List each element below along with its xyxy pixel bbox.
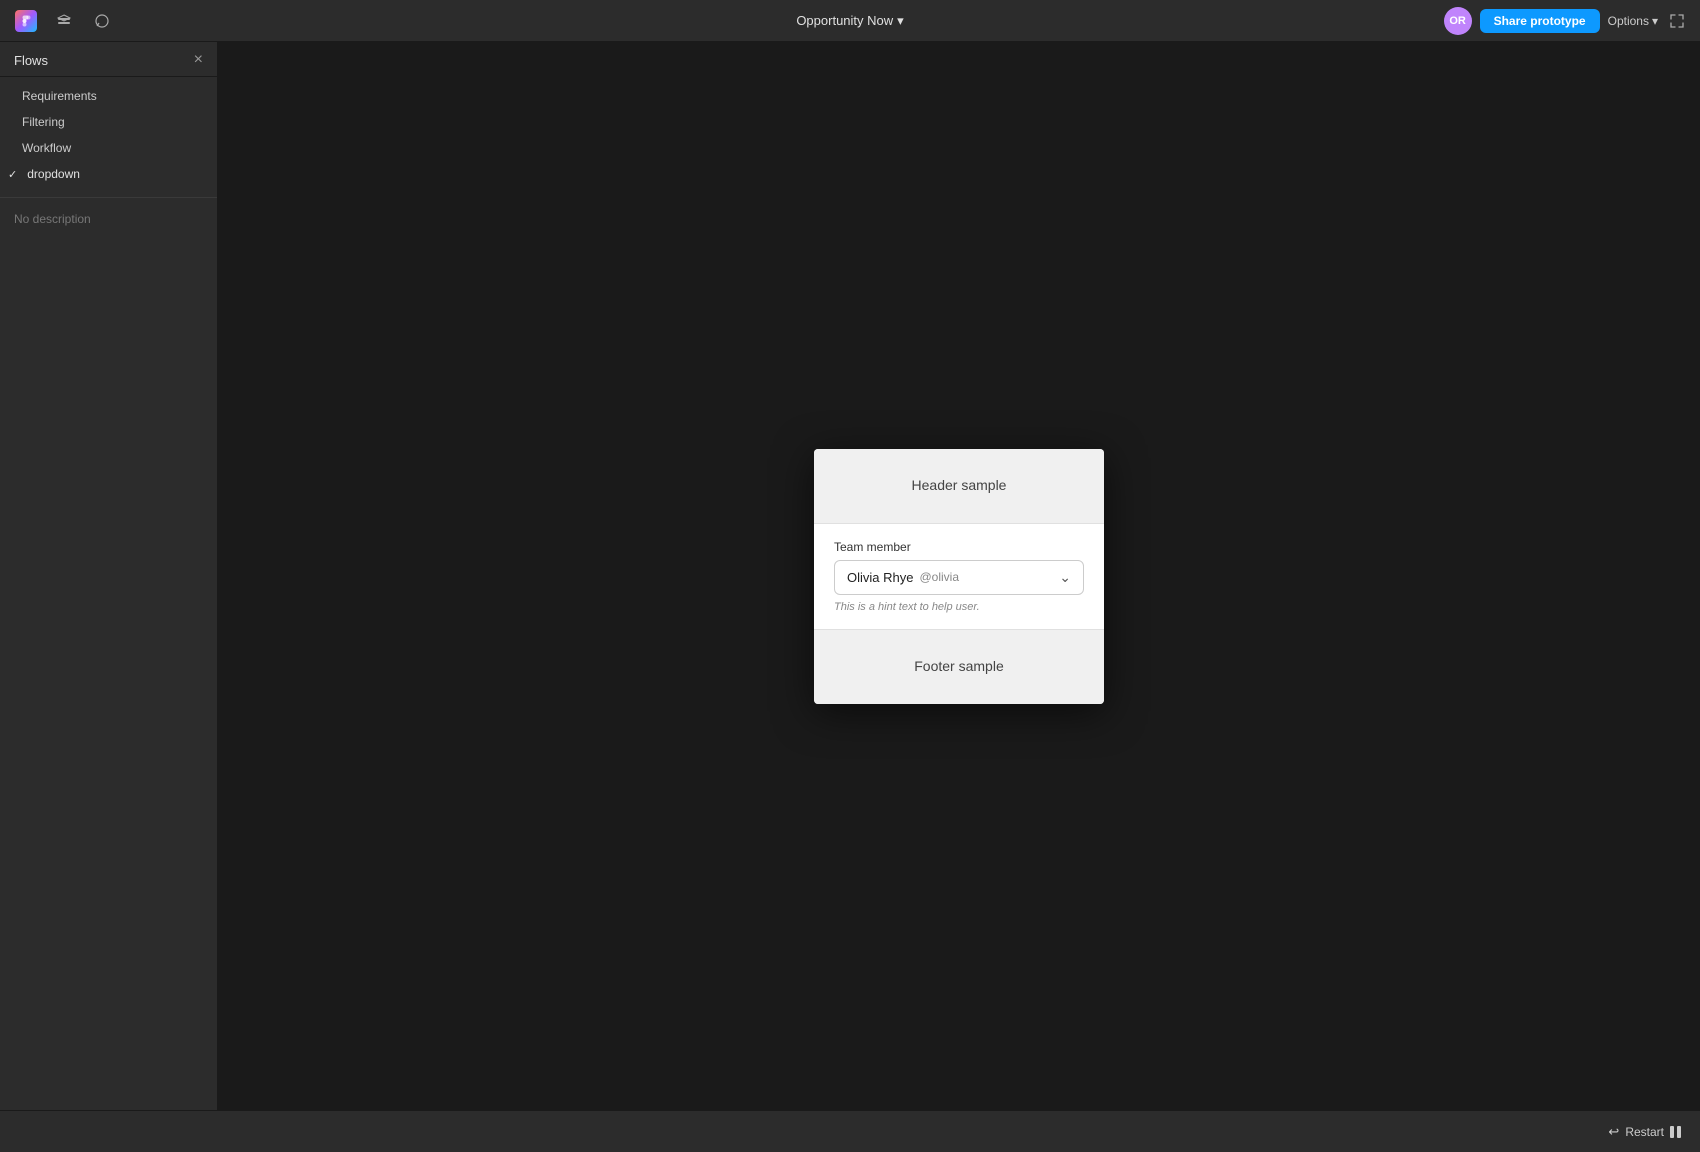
dropdown-main-text: Olivia Rhye — [847, 570, 913, 585]
hint-text: This is a hint text to help user. — [834, 601, 1084, 613]
expand-icon[interactable] — [1666, 10, 1688, 32]
footer-label: Footer sample — [914, 658, 1003, 674]
main-area: Flows × Requirements Filtering Workflow … — [0, 42, 1700, 1110]
project-title[interactable]: Opportunity Now ▾ — [796, 13, 903, 29]
dropdown-chevron-icon: ⌄ — [1059, 569, 1071, 586]
topbar-right: OR Share prototype Options ▾ — [1444, 7, 1688, 35]
flow-item-requirements[interactable]: Requirements — [0, 83, 217, 109]
avatar: OR — [1444, 7, 1472, 35]
topbar-left — [12, 7, 116, 35]
options-button[interactable]: Options ▾ — [1608, 14, 1658, 28]
dropdown-value: Olivia Rhye @olivia — [847, 570, 959, 585]
title-text: Opportunity Now — [796, 13, 893, 28]
figma-home-icon[interactable] — [12, 7, 40, 35]
close-sidebar-button[interactable]: × — [194, 52, 203, 68]
prototype-card: Header sample Team member Olivia Rhye @o… — [814, 449, 1104, 704]
card-footer: Footer sample — [814, 629, 1104, 704]
flow-item-workflow[interactable]: Workflow — [0, 135, 217, 161]
flows-list: Requirements Filtering Workflow ✓ dropdo… — [0, 77, 217, 193]
canvas: Header sample Team member Olivia Rhye @o… — [218, 42, 1700, 1110]
dropdown-sub-text: @olivia — [919, 570, 959, 584]
sidebar-header: Flows × — [0, 42, 217, 77]
flow-label: Workflow — [22, 141, 71, 155]
card-body: Team member Olivia Rhye @olivia ⌄ This i… — [814, 524, 1104, 629]
sidebar: Flows × Requirements Filtering Workflow … — [0, 42, 218, 1110]
topbar: Opportunity Now ▾ OR Share prototype Opt… — [0, 0, 1700, 42]
flows-title: Flows — [14, 53, 48, 68]
restart-button[interactable]: ↩ Restart — [1608, 1124, 1684, 1140]
flow-label: Filtering — [22, 115, 65, 129]
no-description: No description — [0, 202, 217, 236]
flow-label: dropdown — [27, 167, 80, 181]
title-chevron: ▾ — [897, 13, 904, 29]
header-label: Header sample — [912, 477, 1007, 493]
pause-icon — [1670, 1126, 1684, 1138]
share-prototype-button[interactable]: Share prototype — [1480, 9, 1600, 33]
check-icon: ✓ — [8, 168, 17, 181]
card-header: Header sample — [814, 449, 1104, 524]
flow-label: Requirements — [22, 89, 97, 103]
flow-item-dropdown[interactable]: ✓ dropdown — [0, 161, 217, 187]
sidebar-divider — [0, 197, 217, 198]
flow-item-filtering[interactable]: Filtering — [0, 109, 217, 135]
team-member-dropdown[interactable]: Olivia Rhye @olivia ⌄ — [834, 560, 1084, 595]
bottombar: ↩ Restart — [0, 1110, 1700, 1152]
restart-icon: ↩ — [1608, 1124, 1619, 1140]
team-member-label: Team member — [834, 540, 1084, 554]
restart-label: Restart — [1625, 1125, 1664, 1139]
chat-icon[interactable] — [88, 7, 116, 35]
layers-icon[interactable] — [50, 7, 78, 35]
